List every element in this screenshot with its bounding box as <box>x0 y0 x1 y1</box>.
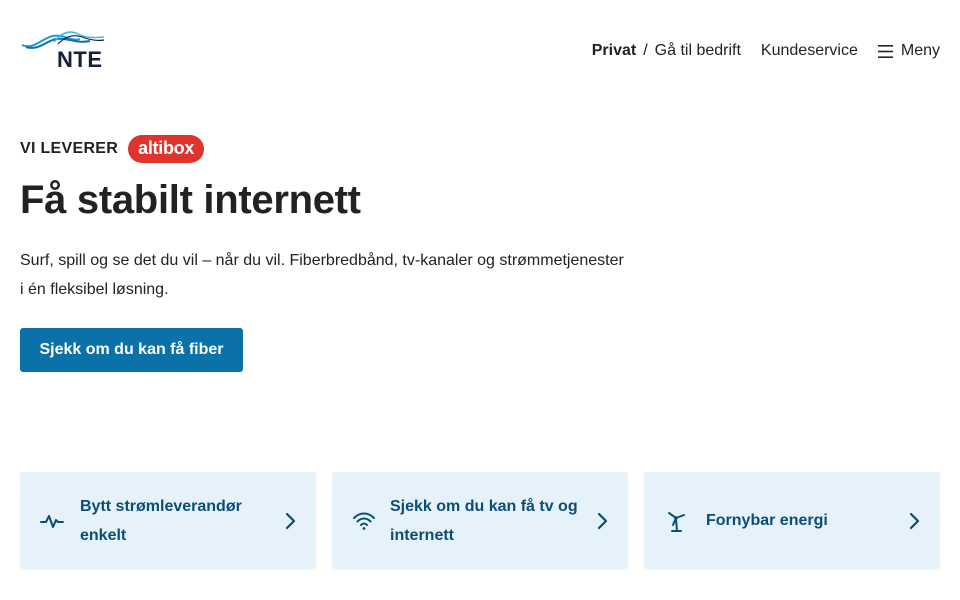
hero-lead: Surf, spill og se det du vil – når du vi… <box>20 246 680 304</box>
check-fiber-button[interactable]: Sjekk om du kan få fiber <box>20 328 243 372</box>
page-title: Få stabilt internett <box>20 178 361 222</box>
card-label-line-1: Sjekk om du kan få tv og <box>390 498 578 515</box>
nav-privat[interactable]: Privat <box>592 42 636 60</box>
card-label-line-2: enkelt <box>80 527 127 544</box>
top-nav: Privat / Gå til bedrift Kundeservice Men… <box>592 38 940 64</box>
chevron-right-icon <box>285 512 296 530</box>
card-label-line-1: Fornybar energi <box>706 512 828 529</box>
menu-label: Meny <box>900 42 940 59</box>
card-label: Sjekk om du kan få tv og internett <box>390 492 578 550</box>
hamburger-icon <box>877 44 893 58</box>
lead-line-2: i én fleksibel løsning. <box>20 281 169 298</box>
altibox-logo: altibox <box>128 135 205 163</box>
card-label: Bytt strømleverandør enkelt <box>80 492 242 550</box>
nav-kundeservice-link[interactable]: Kundeservice <box>761 42 858 60</box>
menu-button[interactable]: Meny <box>877 42 940 60</box>
logo-text: NTE <box>57 47 103 72</box>
chevron-right-icon <box>597 512 608 530</box>
nav-bedrift-link[interactable]: Gå til bedrift <box>655 42 741 60</box>
card-check-tv-internet[interactable]: Sjekk om du kan få tv og internett <box>332 472 628 570</box>
card-label: Fornybar energi <box>706 506 828 535</box>
nte-logo[interactable]: NTE <box>20 28 110 74</box>
card-label-line-1: Bytt strømleverandør <box>80 498 242 515</box>
eyebrow-label: VI LEVERER <box>20 140 119 157</box>
card-renewable-energy[interactable]: Fornybar energi <box>644 472 940 570</box>
provider-eyebrow: VI LEVERER altibox <box>20 135 205 163</box>
card-switch-power[interactable]: Bytt strømleverandør enkelt <box>20 472 316 570</box>
chevron-right-icon <box>909 512 920 530</box>
lead-line-1: Surf, spill og se det du vil – når du vi… <box>20 252 624 269</box>
shortcut-cards: Bytt strømleverandør enkelt Sjekk om du … <box>20 472 940 570</box>
pulse-icon <box>40 515 64 528</box>
site-header: NTE Privat / Gå til bedrift Kundeservice… <box>0 0 960 100</box>
card-label-line-2: internett <box>390 527 454 544</box>
wifi-icon <box>353 512 375 530</box>
nav-separator: / <box>643 42 648 59</box>
wind-turbine-icon <box>668 512 685 532</box>
